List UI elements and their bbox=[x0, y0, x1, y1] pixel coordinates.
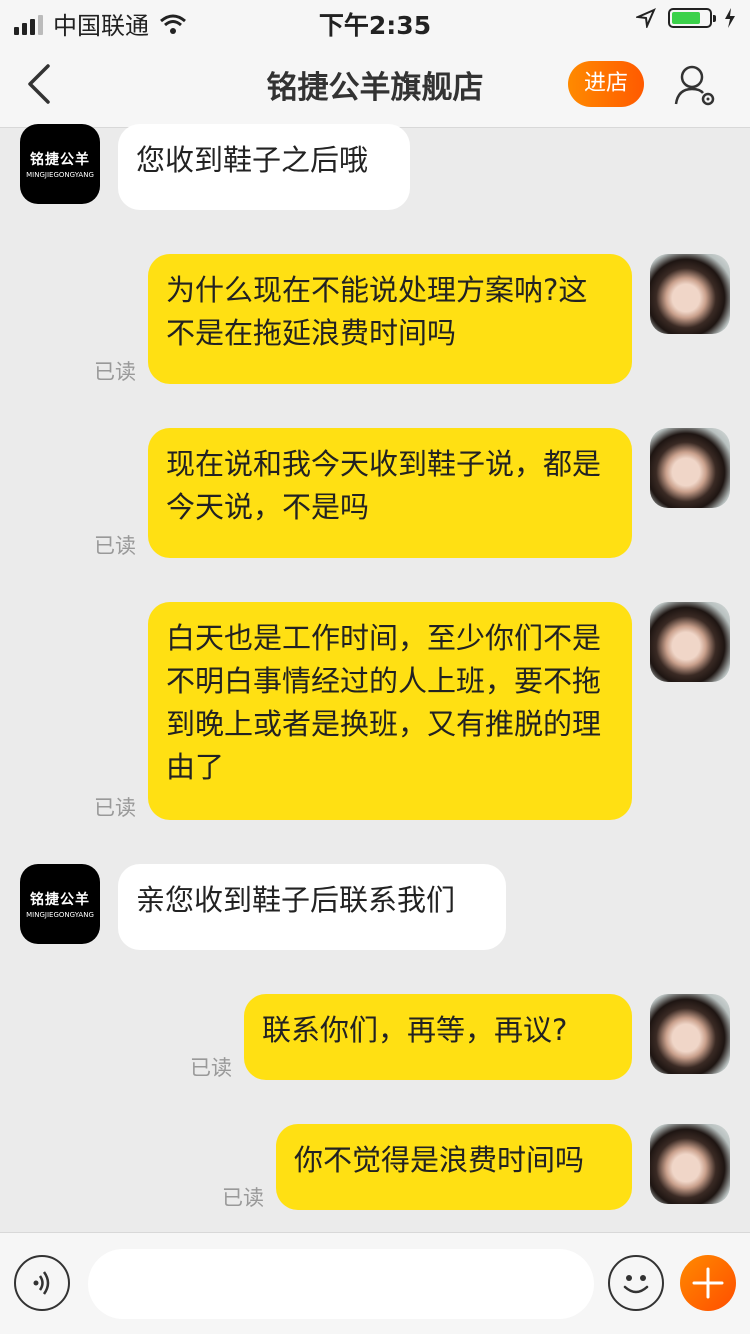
read-status: 已读 bbox=[94, 534, 136, 558]
plus-icon bbox=[692, 1267, 724, 1299]
message-bubble: 现在说和我今天收到鞋子说，都是今天说，不是吗 bbox=[148, 428, 632, 558]
user-avatar[interactable] bbox=[650, 428, 730, 508]
read-status: 已读 bbox=[222, 1186, 264, 1210]
user-avatar[interactable] bbox=[650, 1124, 730, 1204]
emoji-icon bbox=[623, 1275, 649, 1294]
voice-icon bbox=[33, 1271, 50, 1295]
nav-bar: 铭捷公羊旗舰店 进店 bbox=[0, 40, 750, 128]
voice-button[interactable] bbox=[14, 1255, 70, 1311]
user-settings-icon[interactable] bbox=[672, 62, 718, 108]
battery-icon bbox=[668, 8, 716, 28]
status-bar: 中国联通 下午2:35 bbox=[0, 0, 750, 40]
shop-avatar[interactable]: 铭捷公羊 MINGJIEGONGYANG bbox=[20, 124, 100, 204]
enter-store-button[interactable]: 进店 bbox=[568, 61, 644, 107]
emoji-button[interactable] bbox=[608, 1255, 664, 1311]
message-input[interactable] bbox=[88, 1249, 594, 1319]
read-status: 已读 bbox=[190, 1056, 232, 1080]
read-status: 已读 bbox=[94, 796, 136, 820]
user-avatar[interactable] bbox=[650, 994, 730, 1074]
message-bubble: 联系你们，再等，再议? bbox=[244, 994, 632, 1080]
shop-avatar[interactable]: 铭捷公羊 MINGJIEGONGYANG bbox=[20, 864, 100, 944]
message-bubble: 您收到鞋子之后哦 bbox=[118, 124, 410, 210]
user-avatar[interactable] bbox=[650, 602, 730, 682]
message-bubble: 白天也是工作时间，至少你们不是不明白事情经过的人上班，要不拖到晚上或者是换班，又… bbox=[148, 602, 632, 820]
input-bar bbox=[0, 1232, 750, 1334]
user-avatar[interactable] bbox=[650, 254, 730, 334]
message-bubble: 亲您收到鞋子后联系我们 bbox=[118, 864, 506, 950]
more-button[interactable] bbox=[680, 1255, 736, 1311]
message-bubble: 你不觉得是浪费时间吗 bbox=[276, 1124, 632, 1210]
message-bubble: 为什么现在不能说处理方案呐?这不是在拖延浪费时间吗 bbox=[148, 254, 632, 384]
location-icon bbox=[636, 8, 656, 28]
charging-icon bbox=[725, 8, 735, 28]
read-status: 已读 bbox=[94, 360, 136, 384]
